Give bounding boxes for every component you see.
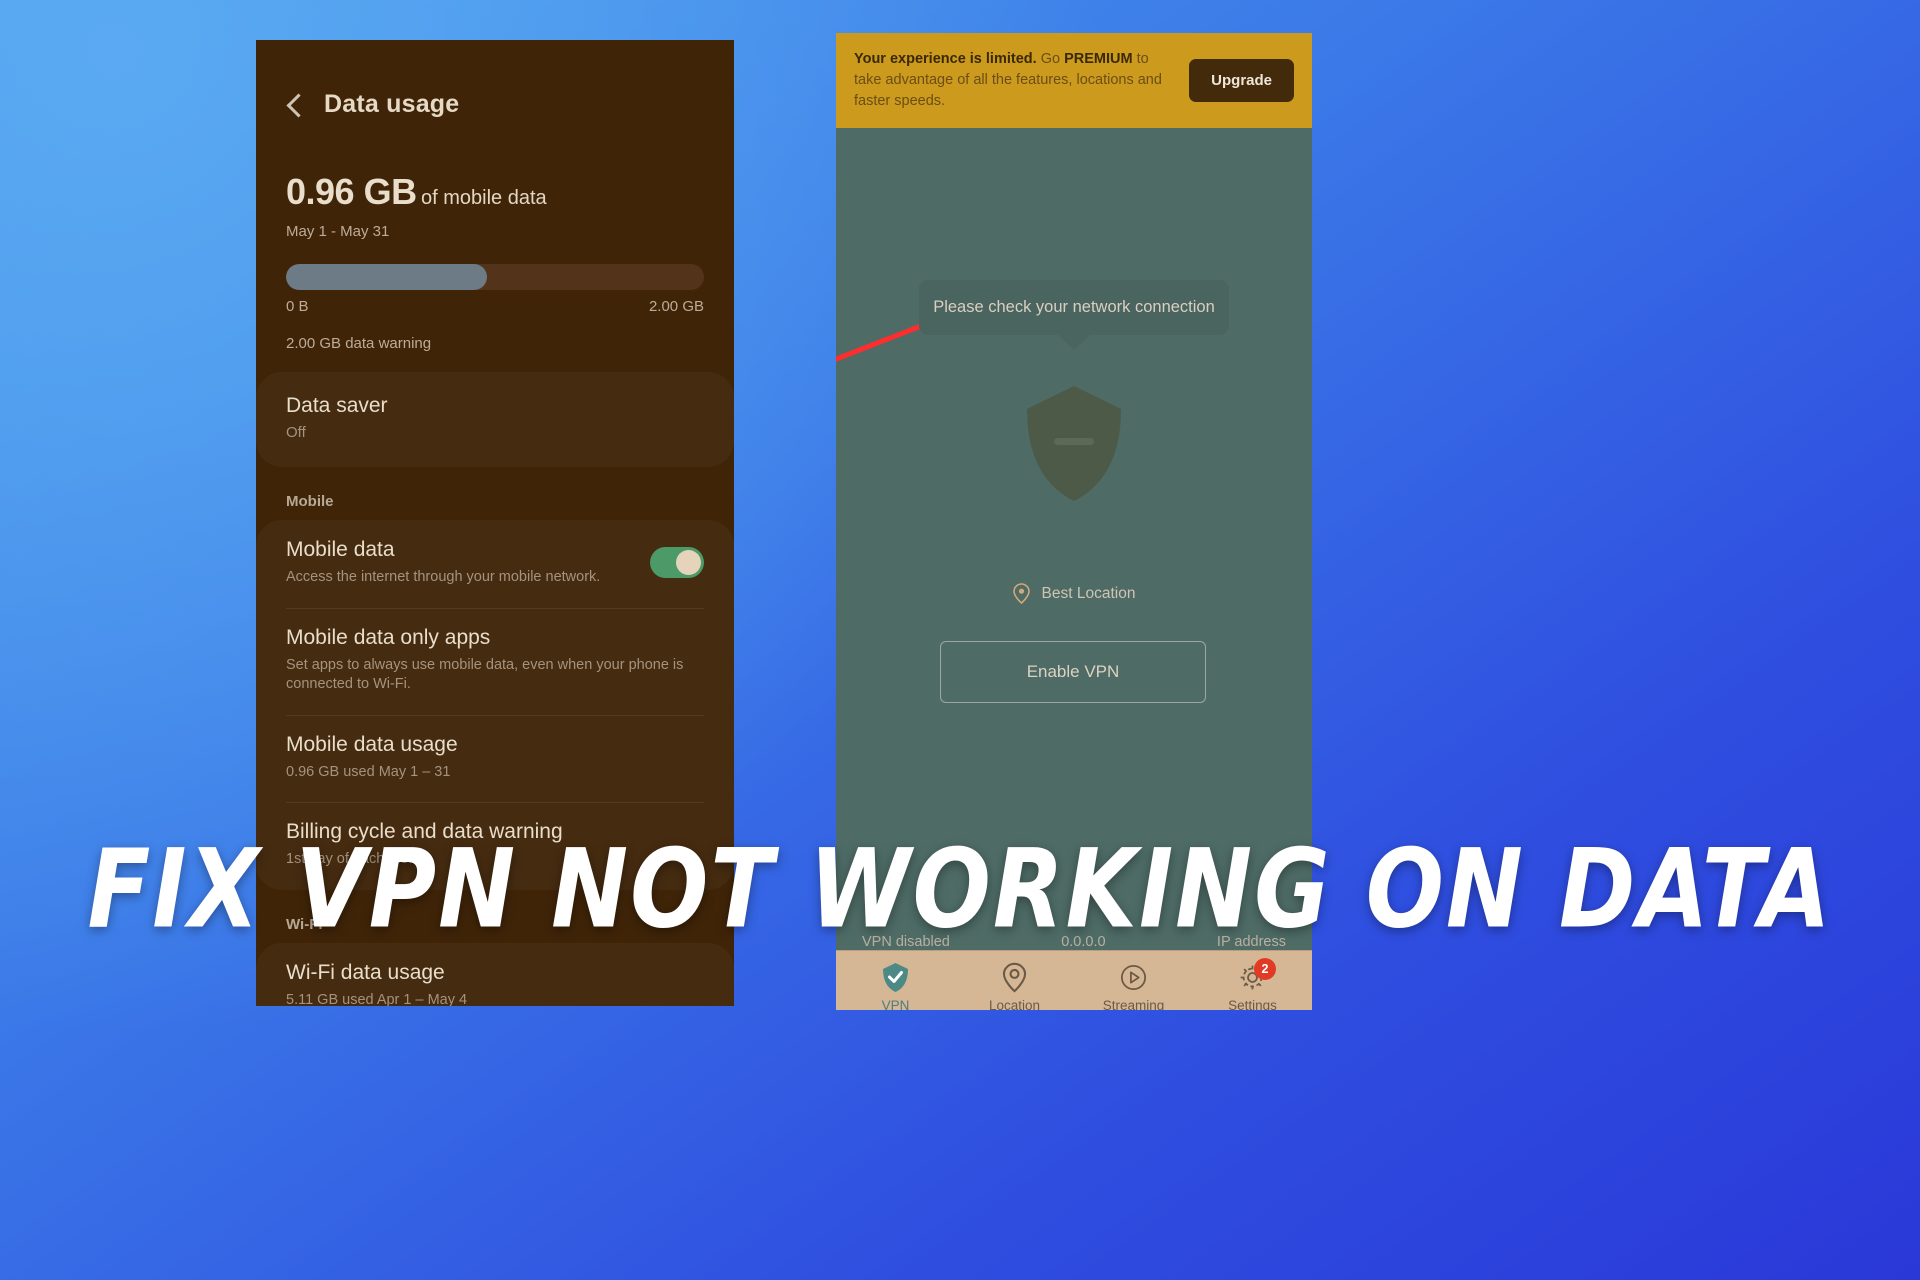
overlay-title: FIX VPN NOT WORKING ON DATA xyxy=(87,826,1833,953)
row-mobile-data-usage-title: Mobile data usage xyxy=(286,732,458,756)
usage-amount-suffix: of mobile data xyxy=(421,187,547,209)
usage-progress-fill xyxy=(286,264,487,290)
shield-check-icon xyxy=(883,962,908,992)
promo-lead: Your experience is limited. xyxy=(854,51,1037,67)
row-mobile-data-title: Mobile data xyxy=(286,538,395,561)
usage-progress-bar xyxy=(286,264,704,290)
row-wifi-data-usage[interactable]: Wi-Fi data usage 5.11 GB used Apr 1 – Ma… xyxy=(256,943,734,1006)
section-label-mobile: Mobile xyxy=(286,493,334,510)
settings-badge: 2 xyxy=(1254,957,1276,980)
wifi-settings-group: Wi-Fi data usage 5.11 GB used Apr 1 – Ma… xyxy=(256,943,734,1006)
shield-disabled-icon xyxy=(1027,386,1121,502)
upgrade-button[interactable]: Upgrade xyxy=(1189,59,1294,103)
map-pin-icon xyxy=(1012,583,1030,605)
usage-bar-min: 0 B xyxy=(286,298,309,315)
usage-amount: 0.96 GB xyxy=(286,171,417,212)
play-circle-icon xyxy=(1120,964,1147,990)
premium-promo-banner: Your experience is limited. Go PREMIUM t… xyxy=(836,33,1312,129)
app-bar: Data usage xyxy=(256,40,734,119)
promo-mid: Go xyxy=(1036,51,1065,67)
tab-location-label: Location xyxy=(988,997,1041,1010)
row-mobile-data[interactable]: Mobile data Access the internet through … xyxy=(256,520,734,608)
usage-bar-max: 2.00 GB xyxy=(648,298,704,315)
page-title: Data usage xyxy=(324,90,460,118)
promo-text: Your experience is limited. Go PREMIUM t… xyxy=(854,49,1175,112)
row-mobile-data-usage-sub: 0.96 GB used May 1 – 31 xyxy=(286,763,451,780)
tab-settings[interactable]: Settings 2 xyxy=(1193,957,1312,1010)
row-mobile-data-usage[interactable]: Mobile data usage 0.96 GB used May 1 – 3… xyxy=(256,714,734,803)
row-mobile-data-sub: Access the internet through your mobile … xyxy=(286,569,601,585)
data-saver-title: Data saver xyxy=(286,394,388,417)
row-mobile-data-only-apps-sub: Set apps to always use mobile data, even… xyxy=(286,656,684,693)
mobile-data-toggle[interactable] xyxy=(650,547,704,579)
row-wifi-data-usage-title: Wi-Fi data usage xyxy=(286,960,445,984)
usage-bar-labels: 0 B 2.00 GB xyxy=(286,298,704,315)
row-wifi-data-usage-sub: 5.11 GB used Apr 1 – May 4 xyxy=(286,991,468,1006)
data-saver-value: Off xyxy=(286,424,306,441)
data-warning-text: 2.00 GB data warning xyxy=(286,335,432,352)
row-mobile-data-only-apps[interactable]: Mobile data only apps Set apps to always… xyxy=(256,607,734,715)
tab-location[interactable]: Location xyxy=(955,962,1074,1010)
promo-premium: PREMIUM xyxy=(1064,51,1133,67)
tab-vpn[interactable]: VPN xyxy=(836,962,955,1010)
network-tooltip-text: Please check your network connection xyxy=(933,298,1215,317)
tab-streaming[interactable]: Streaming xyxy=(1074,962,1193,1010)
map-pin-icon xyxy=(1002,962,1027,993)
usage-summary: 0.96 GB of mobile data May 1 - May 31 0 … xyxy=(256,119,734,352)
network-tooltip: Please check your network connection xyxy=(919,280,1229,336)
shield-status xyxy=(836,383,1312,505)
best-location-label: Best Location xyxy=(1041,584,1136,602)
usage-amount-line: 0.96 GB of mobile data xyxy=(286,171,704,213)
usage-date-range: May 1 - May 31 xyxy=(286,223,390,240)
enable-vpn-button[interactable]: Enable VPN xyxy=(940,641,1206,704)
row-mobile-data-only-apps-title: Mobile data only apps xyxy=(286,625,491,649)
bottom-tab-bar: VPN Location Streaming Settings 2 xyxy=(836,950,1312,1010)
toggle-knob xyxy=(676,550,701,576)
best-location-row[interactable]: Best Location xyxy=(836,583,1312,605)
tab-settings-label: Settings xyxy=(1228,997,1277,1010)
tab-vpn-label: VPN xyxy=(881,997,910,1010)
tab-streaming-label: Streaming xyxy=(1102,997,1165,1010)
data-saver-card[interactable]: Data saver Off xyxy=(256,372,734,467)
back-icon[interactable] xyxy=(284,94,306,116)
